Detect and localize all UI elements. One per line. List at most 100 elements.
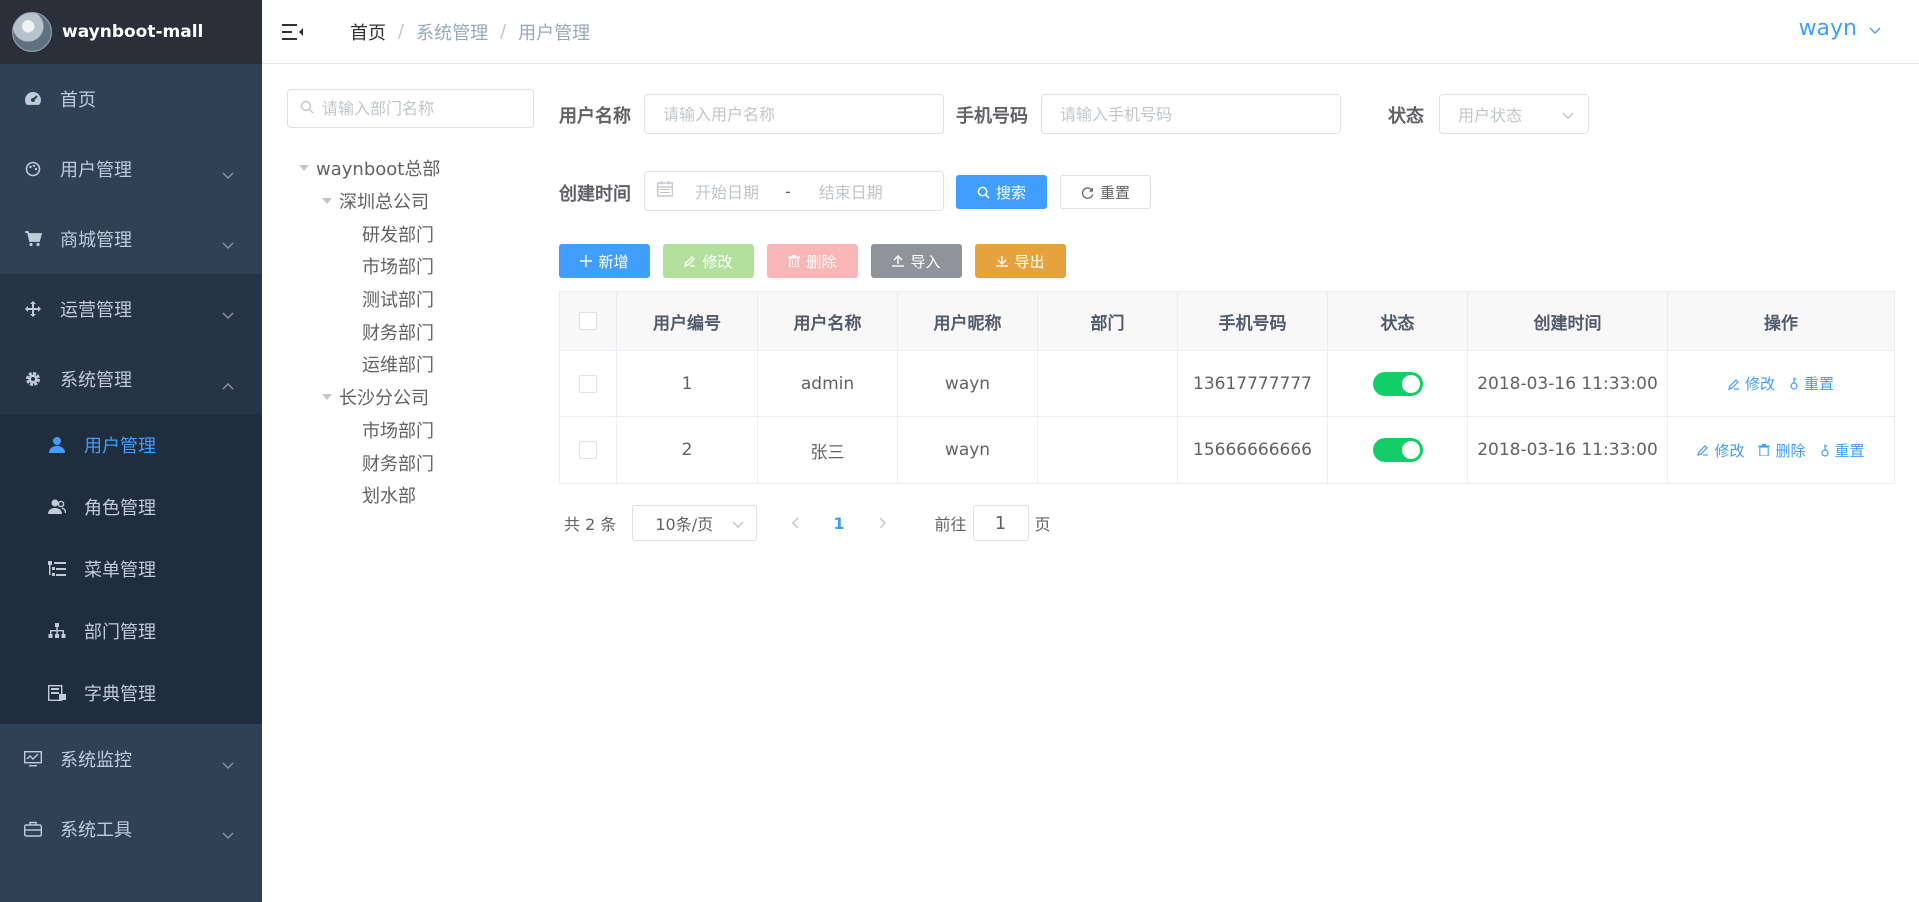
delete-button[interactable]: 删除	[767, 244, 858, 278]
phone-input[interactable]	[1060, 104, 1340, 124]
tree-node[interactable]: 市场部门	[292, 414, 440, 447]
start-date-placeholder[interactable]: 开始日期	[695, 179, 759, 203]
select-all-checkbox[interactable]	[579, 312, 597, 330]
tree-node-label: waynboot总部	[316, 159, 441, 181]
dashboard-icon	[22, 90, 44, 108]
row-reset-link[interactable]: 重置	[1789, 373, 1834, 394]
search-button[interactable]: 搜索	[956, 175, 1047, 209]
sidebar-item-label: 系统管理	[60, 370, 132, 391]
export-button[interactable]: 导出	[975, 244, 1066, 278]
dept-search-input[interactable]	[322, 99, 522, 118]
row-delete-link[interactable]: 删除	[1758, 440, 1806, 461]
sidebar-subitem-depts[interactable]: 部门管理	[0, 600, 262, 662]
sidebar-logo[interactable]: waynboot-mall	[0, 0, 262, 64]
cart-icon	[22, 231, 44, 247]
column-header: 状态	[1328, 292, 1468, 350]
app-title: waynboot-mall	[62, 22, 204, 42]
reset-button[interactable]: 重置	[1060, 175, 1151, 209]
cell-status	[1328, 351, 1468, 416]
prev-page-icon[interactable]	[791, 517, 799, 529]
row-reset-link[interactable]: 重置	[1820, 440, 1865, 461]
tree-node-label: 财务部门	[362, 453, 434, 475]
dept-tree: waynboot总部 深圳总公司 研发部门 市场部门 测试部门 财务部门 运维部…	[292, 152, 440, 512]
cell-actions: 修改 重置	[1668, 351, 1894, 416]
add-button-label: 新增	[598, 252, 629, 271]
status-toggle[interactable]	[1372, 438, 1423, 462]
row-checkbox[interactable]	[579, 441, 597, 459]
row-edit-link[interactable]: 修改	[1697, 440, 1744, 461]
tree-node[interactable]: 长沙分公司	[292, 381, 440, 414]
key-icon	[1789, 377, 1799, 390]
sidebar-item-label: 系统监控	[60, 750, 132, 771]
page-jumper: 前往 页	[935, 505, 1051, 541]
sidebar-item-system-mgmt[interactable]: 系统管理	[0, 344, 262, 414]
sidebar-item-home[interactable]: 首页	[0, 64, 262, 134]
tree-node[interactable]: 财务部门	[292, 446, 440, 479]
tree-node[interactable]: 运维部门	[292, 348, 440, 381]
cell-username: admin	[758, 351, 898, 416]
tree-node[interactable]: 划水部	[292, 479, 440, 512]
tree-node[interactable]: 深圳总公司	[292, 185, 440, 218]
sidebar-subitem-menus[interactable]: 菜单管理	[0, 538, 262, 600]
cell-username: 张三	[758, 417, 898, 483]
username-label: 用户名称	[559, 106, 631, 127]
add-button[interactable]: 新增	[559, 244, 650, 278]
edit-icon	[684, 255, 696, 267]
search-icon	[977, 186, 990, 199]
hamburger-icon[interactable]	[282, 19, 308, 45]
chevron-down-icon	[222, 824, 234, 845]
status-select-placeholder: 用户状态	[1458, 106, 1523, 125]
status-select[interactable]: 用户状态	[1439, 94, 1589, 134]
page-number[interactable]: 1	[833, 514, 844, 533]
cell-phone: 15666666666	[1178, 417, 1328, 483]
edit-button[interactable]: 修改	[663, 244, 754, 278]
tree-node[interactable]: 测试部门	[292, 283, 440, 316]
sidebar-item-label: 角色管理	[84, 498, 156, 519]
sidebar-item-user-mgmt[interactable]: 用户管理	[0, 134, 262, 204]
org-tree-icon	[46, 623, 68, 639]
row-reset-label: 重置	[1834, 441, 1865, 460]
row-edit-link[interactable]: 修改	[1728, 373, 1775, 394]
caret-down-icon[interactable]	[315, 394, 339, 401]
tree-node[interactable]: waynboot总部	[292, 152, 440, 185]
breadcrumb-current: 用户管理	[518, 22, 591, 44]
page-size-select[interactable]: 10条/页	[632, 505, 758, 541]
top-navbar: 首页 / 系统管理 / 用户管理 wayn	[262, 0, 1919, 64]
caret-down-icon[interactable]	[292, 165, 316, 172]
sidebar-item-ops-mgmt[interactable]: 运营管理	[0, 274, 262, 344]
system-submenu: 用户管理 角色管理 菜单管理 部门管理 字典管理	[0, 414, 262, 724]
tree-node-label: 划水部	[362, 486, 416, 508]
caret-down-icon[interactable]	[315, 198, 339, 205]
export-button-label: 导出	[1014, 252, 1045, 271]
tree-node[interactable]: 市场部门	[292, 250, 440, 283]
breadcrumb-home[interactable]: 首页	[350, 19, 386, 45]
refresh-icon	[1081, 186, 1094, 199]
sidebar-subitem-users[interactable]: 用户管理	[0, 414, 262, 476]
breadcrumb-separator: /	[398, 21, 405, 42]
sidebar-subitem-dicts[interactable]: 字典管理	[0, 662, 262, 724]
end-date-placeholder[interactable]: 结束日期	[819, 179, 883, 203]
tree-node[interactable]: 研发部门	[292, 217, 440, 250]
username-input[interactable]	[663, 104, 943, 124]
chevron-down-icon	[222, 304, 234, 325]
sidebar-item-label: 菜单管理	[84, 560, 156, 581]
row-checkbox[interactable]	[579, 374, 597, 393]
status-toggle[interactable]	[1372, 371, 1423, 396]
sidebar-item-tools[interactable]: 系统工具	[0, 794, 262, 864]
sidebar-item-mall-mgmt[interactable]: 商城管理	[0, 204, 262, 274]
user-dropdown[interactable]: wayn	[1799, 16, 1881, 41]
tree-node[interactable]: 财务部门	[292, 315, 440, 348]
sidebar: waynboot-mall 首页 用户管理 商城管理 运营管理 系统管理 用户管…	[0, 0, 262, 902]
pagination-total: 共 2 条	[564, 515, 617, 534]
sidebar-item-monitor[interactable]: 系统监控	[0, 724, 262, 794]
goto-page-input[interactable]	[972, 505, 1029, 541]
import-button[interactable]: 导入	[871, 244, 962, 278]
search-button-label: 搜索	[995, 183, 1026, 202]
next-page-icon[interactable]	[879, 517, 887, 529]
trash-icon	[1758, 444, 1771, 456]
sidebar-item-label: 商城管理	[60, 230, 132, 251]
status-label: 状态	[1388, 106, 1424, 127]
created-time-label: 创建时间	[559, 184, 631, 205]
date-range-picker[interactable]: 开始日期 - 结束日期	[644, 171, 944, 211]
sidebar-subitem-roles[interactable]: 角色管理	[0, 476, 262, 538]
